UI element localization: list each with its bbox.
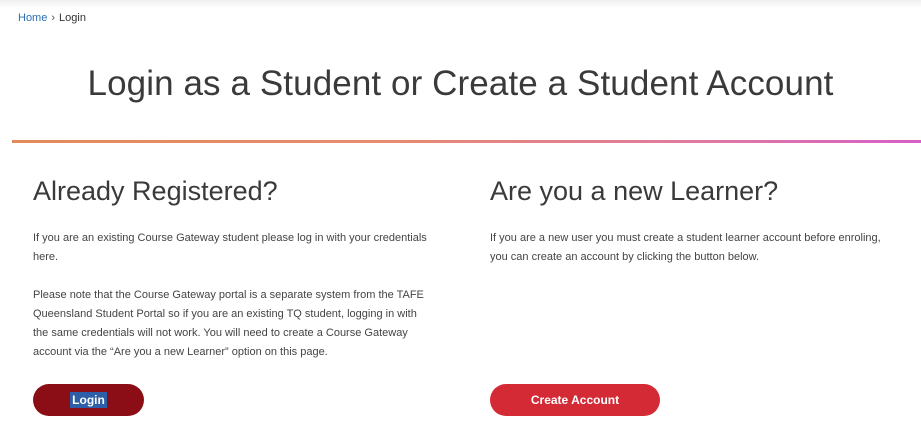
create-account-button[interactable]: Create Account: [490, 384, 660, 416]
breadcrumb-separator-icon: ›: [51, 12, 56, 24]
new-learner-section: Are you a new Learner? If you are a new …: [490, 176, 890, 267]
login-button-label: Login: [70, 392, 107, 408]
header-shadow: [0, 0, 921, 8]
breadcrumb-home-link[interactable]: Home: [18, 12, 47, 24]
already-registered-section: Already Registered? If you are an existi…: [33, 176, 433, 362]
already-registered-note: Please note that the Course Gateway port…: [33, 289, 424, 358]
gradient-divider: [12, 140, 921, 143]
login-page: Home › Login Login as a Student or Creat…: [0, 0, 921, 421]
already-registered-heading: Already Registered?: [33, 176, 278, 206]
new-learner-intro: If you are a new user you must create a …: [490, 232, 881, 263]
breadcrumb-current: Login: [59, 12, 86, 24]
page-title: Login as a Student or Create a Student A…: [87, 64, 834, 103]
login-button[interactable]: Login: [33, 384, 144, 416]
already-registered-intro: If you are an existing Course Gateway st…: [33, 232, 427, 263]
new-learner-heading: Are you a new Learner?: [490, 176, 779, 206]
breadcrumb: Home › Login: [18, 12, 86, 24]
